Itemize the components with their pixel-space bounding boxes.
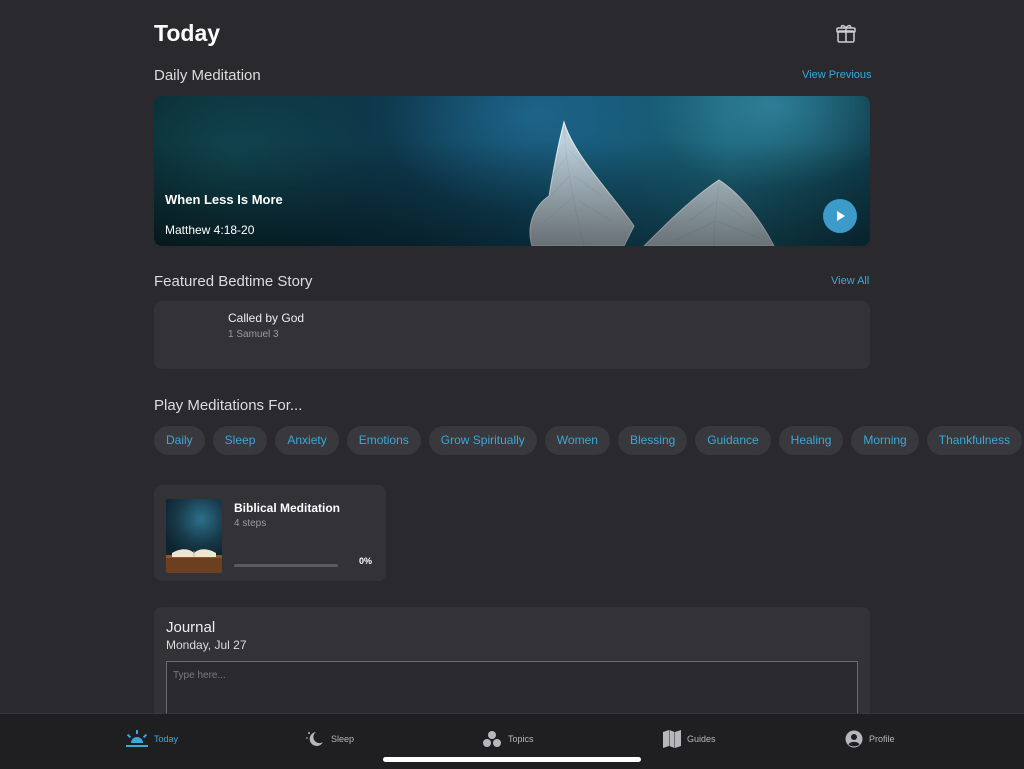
chip-thankfulness[interactable]: Thankfulness bbox=[926, 426, 1023, 455]
play-icon bbox=[837, 211, 845, 221]
meditation-reference: Matthew 4:18-20 bbox=[165, 223, 255, 237]
tab-profile[interactable]: Profile bbox=[845, 726, 895, 752]
story-title: Called by God bbox=[228, 311, 305, 325]
play-button[interactable] bbox=[823, 199, 857, 233]
view-previous-link[interactable]: View Previous bbox=[802, 69, 872, 81]
tab-guides[interactable]: Guides bbox=[663, 726, 716, 752]
gift-icon[interactable] bbox=[834, 22, 858, 46]
chip-grow-spiritually[interactable]: Grow Spiritually bbox=[428, 426, 537, 455]
topic-chips: Daily Sleep Anxiety Emotions Grow Spirit… bbox=[154, 426, 1023, 455]
plan-steps: 4 steps bbox=[234, 518, 267, 529]
map-icon bbox=[663, 730, 681, 748]
journal-date: Monday, Jul 27 bbox=[166, 638, 247, 652]
plan-card[interactable]: Biblical Meditation 4 steps 0% bbox=[154, 485, 386, 581]
tab-sleep-label: Sleep bbox=[331, 734, 355, 744]
chip-daily[interactable]: Daily bbox=[154, 426, 205, 455]
progress-bar bbox=[234, 564, 338, 567]
tab-profile-label: Profile bbox=[869, 734, 895, 744]
chip-anxiety[interactable]: Anxiety bbox=[275, 426, 339, 455]
daily-meditation-card[interactable]: When Less Is More Matthew 4:18-20 bbox=[154, 96, 870, 246]
bible-image bbox=[166, 499, 222, 573]
topics-icon bbox=[483, 731, 501, 747]
bedtime-story-card[interactable]: Called by God 1 Samuel 3 bbox=[154, 301, 870, 369]
progress-percent: 0% bbox=[359, 556, 373, 566]
journal-title: Journal bbox=[166, 619, 216, 636]
tab-sleep[interactable]: Sleep bbox=[305, 726, 354, 752]
chip-blessing[interactable]: Blessing bbox=[617, 426, 688, 455]
sunrise-icon bbox=[126, 730, 148, 747]
daily-meditation-title: Daily Meditation bbox=[154, 67, 261, 84]
play-meditations-title: Play Meditations For... bbox=[154, 397, 303, 414]
chip-women[interactable]: Women bbox=[544, 426, 610, 455]
page-title: Today bbox=[154, 20, 221, 46]
meditation-title: When Less Is More bbox=[165, 192, 283, 207]
view-all-link[interactable]: View All bbox=[831, 275, 869, 287]
plan-title: Biblical Meditation bbox=[234, 501, 341, 515]
chip-emotions[interactable]: Emotions bbox=[346, 426, 421, 455]
tab-today[interactable]: Today bbox=[126, 726, 178, 752]
person-icon bbox=[845, 730, 863, 748]
home-indicator bbox=[383, 757, 641, 762]
chip-sleep[interactable]: Sleep bbox=[212, 426, 268, 455]
tab-topics-label: Topics bbox=[508, 734, 534, 744]
bedtime-story-title: Featured Bedtime Story bbox=[154, 273, 313, 290]
chip-guidance[interactable]: Guidance bbox=[695, 426, 771, 455]
story-reference: 1 Samuel 3 bbox=[228, 329, 279, 340]
tab-today-label: Today bbox=[154, 734, 179, 744]
chip-morning[interactable]: Morning bbox=[851, 426, 919, 455]
moon-icon bbox=[306, 732, 323, 746]
tab-topics[interactable]: Topics bbox=[482, 726, 534, 752]
tab-guides-label: Guides bbox=[687, 734, 716, 744]
chip-healing[interactable]: Healing bbox=[778, 426, 844, 455]
